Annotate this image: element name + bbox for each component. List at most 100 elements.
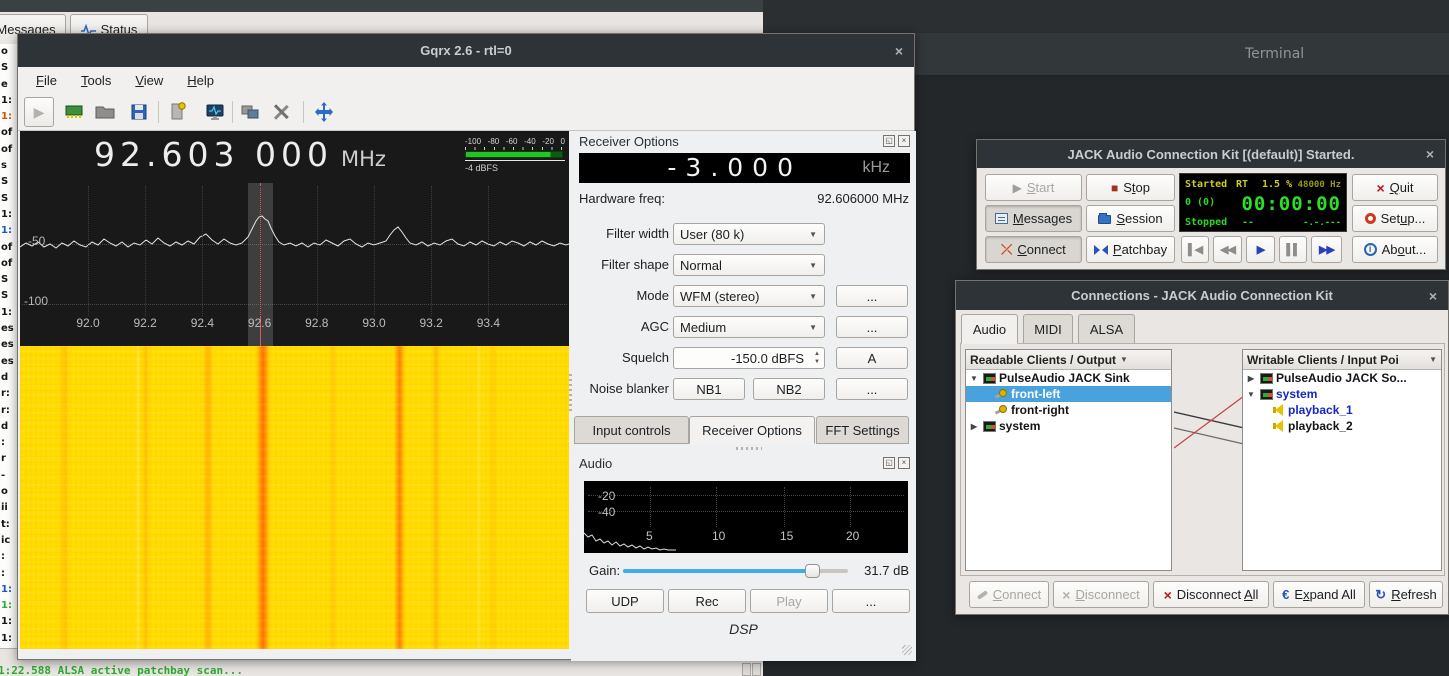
agc-options-button[interactable]: ... [836, 316, 908, 338]
disconnect-button[interactable]: ×Disconnect [1053, 581, 1149, 608]
start-dsp-button[interactable]: ▶ [24, 97, 54, 127]
expander-icon[interactable]: ▶ [968, 422, 980, 431]
agc-combo[interactable]: Medium▼ [673, 316, 825, 338]
tab-midi[interactable]: MIDI [1023, 314, 1073, 344]
tree-item-playback-1[interactable]: playback_1 [1243, 402, 1441, 418]
transport-rewind-button[interactable]: ◀◀ [1213, 236, 1242, 263]
tab-receiver-options[interactable]: Receiver Options [689, 416, 815, 444]
quit-button[interactable]: ×Quit [1352, 174, 1438, 201]
tab-input-controls[interactable]: Input controls [574, 416, 689, 444]
offset-lcd[interactable]: -3.000 kHz [579, 153, 910, 183]
close-icon[interactable]: × [1426, 146, 1434, 162]
tree-item-pulseaudio-jack-so-[interactable]: ▶PulseAudio JACK So... [1243, 370, 1441, 386]
writable-clients-header[interactable]: Writable Clients / Input Poi▼ [1243, 350, 1441, 370]
transport-pause-button[interactable]: ▌▌ [1279, 236, 1307, 263]
gqrx-titlebar[interactable]: Gqrx 2.6 - rtl=0 × [18, 34, 914, 67]
stop-button[interactable]: ■Stop [1086, 174, 1175, 201]
readable-clients-tree[interactable]: Readable Clients / Output▼ ▼PulseAudio J… [965, 349, 1172, 571]
tree-item-front-left[interactable]: front-left [966, 386, 1171, 402]
menu-tools[interactable]: Tools [81, 73, 111, 88]
connections-titlebar[interactable]: Connections - JACK Audio Connection Kit … [956, 281, 1448, 310]
freq-axis-label: 93.2 [411, 316, 451, 330]
menu-help[interactable]: Help [187, 73, 214, 88]
audio-udp-button[interactable]: UDP [586, 589, 664, 613]
iq-recorder-icon[interactable] [204, 101, 226, 123]
tab-alsa[interactable]: ALSA [1078, 314, 1135, 344]
remote-control-icon[interactable] [239, 101, 261, 123]
waterfall-streak [60, 346, 69, 649]
gain-slider[interactable] [623, 569, 848, 573]
start-button[interactable]: ▶Start [985, 174, 1082, 201]
elapsed-time: 00:00:00 [1241, 193, 1341, 215]
filter-width-combo[interactable]: User (80 k)▼ [673, 223, 825, 245]
connect-button[interactable]: ⤫Connect [985, 236, 1082, 263]
panel-splitter[interactable] [569, 371, 572, 411]
close-icon[interactable]: × [1429, 288, 1437, 304]
menu-file[interactable]: File [36, 73, 57, 88]
connect-button[interactable]: Connect [969, 581, 1049, 608]
spin-arrows-icon[interactable]: ▲▼ [814, 350, 820, 366]
waterfall-streak [203, 346, 213, 649]
nb-options-button[interactable]: ... [836, 378, 908, 400]
audio--button[interactable]: ... [832, 589, 910, 613]
nb2-button[interactable]: NB2 [753, 378, 825, 400]
transport-rewind-start-button[interactable]: ▌◀ [1181, 236, 1209, 263]
log-line: 1:22.588 ALSA active patchbay scan... [0, 664, 243, 676]
setup-button[interactable]: Setup... [1352, 205, 1438, 232]
patchbay-button[interactable]: Patchbay [1086, 236, 1175, 263]
menu-view[interactable]: View [135, 73, 163, 88]
waterfall-display[interactable] [20, 346, 569, 649]
close-panel-icon[interactable]: × [898, 135, 910, 147]
filter-shape-combo[interactable]: Normal▼ [673, 254, 825, 276]
audio-spectrum[interactable]: -20-405101520 [584, 481, 908, 553]
pause-icon: ▌▌ [1286, 244, 1300, 256]
open-folder-icon[interactable] [94, 101, 116, 123]
close-audio-icon[interactable]: × [898, 457, 910, 469]
messages-button[interactable]: Messages [985, 205, 1082, 232]
writable-clients-tree[interactable]: Writable Clients / Input Poi▼ ▶PulseAudi… [1242, 349, 1442, 571]
expander-icon[interactable]: ▶ [1245, 374, 1257, 383]
expand-all-button[interactable]: €Expand All [1273, 581, 1365, 608]
connections-window: Connections - JACK Audio Connection Kit … [955, 280, 1449, 615]
save-icon[interactable] [128, 101, 150, 123]
readable-clients-header[interactable]: Readable Clients / Output▼ [966, 350, 1171, 370]
squelch-auto-button[interactable]: A [836, 347, 908, 369]
audio-rec-button[interactable]: Rec [668, 589, 746, 613]
expander-icon[interactable]: ▼ [968, 374, 980, 383]
resize-grip[interactable] [902, 645, 912, 655]
spectrum-plot[interactable]: 92.603 000 MHz -100-80-60-40-200 -4 dBFS… [20, 131, 569, 346]
transport-forward-button[interactable]: ▶▶ [1311, 236, 1342, 263]
expander-icon[interactable]: ▼ [1245, 390, 1257, 399]
bookmark-icon[interactable] [166, 101, 188, 123]
device-icon[interactable] [63, 101, 85, 123]
messages-icon [995, 213, 1008, 224]
transport-time: -.-.--- [1303, 218, 1341, 228]
tree-item-playback-2[interactable]: playback_2 [1243, 418, 1441, 434]
jack-titlebar[interactable]: JACK Audio Connection Kit [(default)] St… [977, 140, 1445, 168]
tools-icon[interactable] [270, 101, 292, 123]
move-icon[interactable] [313, 101, 335, 123]
transport-play-button[interactable]: ▶ [1246, 236, 1275, 263]
nb1-button[interactable]: NB1 [673, 378, 745, 400]
offset-value[interactable]: -3.000 [667, 153, 802, 182]
scrollbar-corner[interactable] [742, 663, 762, 676]
disconnect-all-button[interactable]: ×Disconnect All [1153, 581, 1269, 608]
squelch-spinbox[interactable]: -150.0 dBFS ▲▼ [673, 347, 825, 369]
connect-icon: ⤫ [1001, 241, 1012, 258]
float-audio-icon[interactable]: ◱ [883, 457, 895, 469]
about-button[interactable]: iAbout... [1352, 236, 1438, 263]
refresh-button[interactable]: ↻Refresh [1369, 581, 1443, 608]
mode-combo[interactable]: WFM (stereo)▼ [673, 285, 825, 307]
tree-item-system[interactable]: ▶system [966, 418, 1171, 434]
audio-play-button[interactable]: Play [750, 589, 828, 613]
tree-item-front-right[interactable]: front-right [966, 402, 1171, 418]
float-panel-icon[interactable]: ◱ [883, 135, 895, 147]
tab-fft-settings[interactable]: FFT Settings [816, 416, 909, 444]
tab-audio[interactable]: Audio [961, 314, 1018, 344]
close-icon[interactable]: × [895, 43, 903, 59]
gain-slider-handle[interactable] [805, 564, 820, 578]
session-button[interactable]: Session [1086, 205, 1175, 232]
mode-options-button[interactable]: ... [836, 285, 908, 307]
tree-item-system[interactable]: ▼system [1243, 386, 1441, 402]
tree-item-pulseaudio-jack-sink[interactable]: ▼PulseAudio JACK Sink [966, 370, 1171, 386]
